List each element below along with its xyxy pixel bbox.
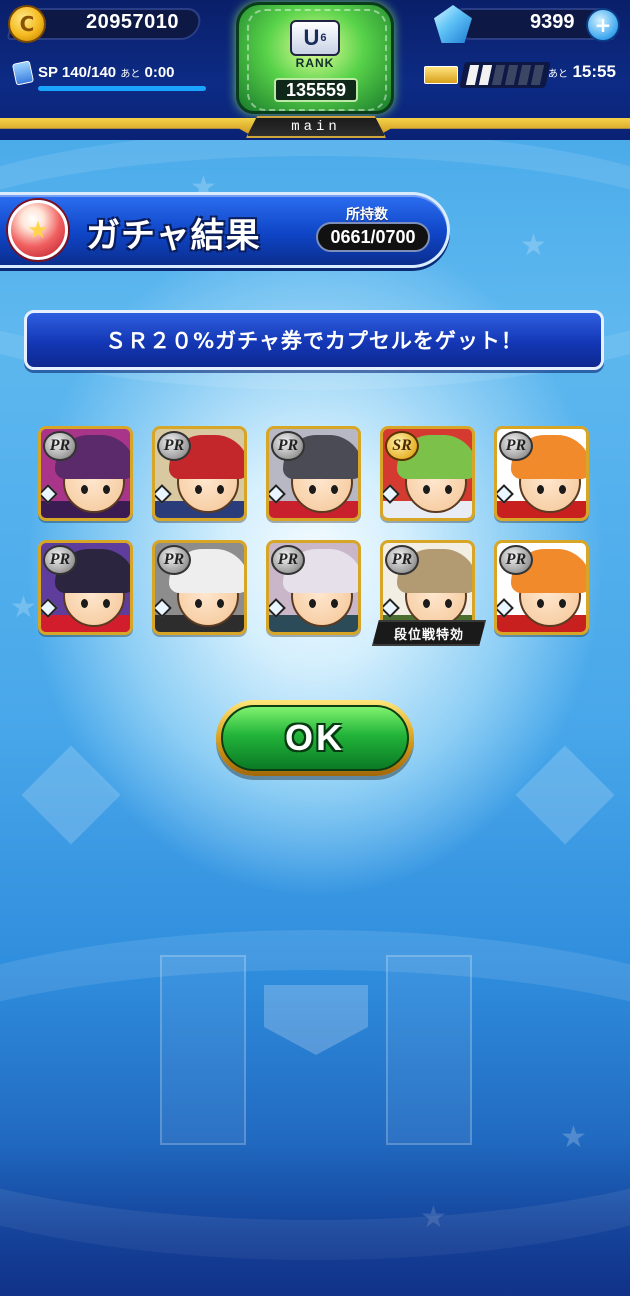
sp-remaining-time: 0:00 [144, 64, 175, 81]
profile-tag: main [246, 116, 386, 138]
character-eye [81, 599, 88, 608]
character-eye [331, 485, 338, 494]
rank-label: RANK [295, 56, 335, 70]
stamina-segment [517, 65, 532, 85]
background-star: ★ [520, 228, 547, 263]
background-pillar [160, 955, 246, 1145]
stamina-segment [478, 65, 493, 85]
rarity-badge: PR [43, 545, 77, 575]
background-home-plate [264, 985, 368, 1055]
sp-label: SP [38, 64, 58, 81]
character-eye [309, 485, 316, 494]
character-eye [559, 599, 566, 608]
rank-badge-tier: 6 [320, 32, 327, 44]
sp-progress-bar [38, 86, 206, 91]
rank-badge-letter: U [303, 25, 320, 50]
character-eye [195, 599, 202, 608]
background-base-diamond [21, 745, 121, 845]
character-eye [309, 599, 316, 608]
character-card[interactable]: PR [266, 426, 361, 521]
character-card[interactable]: PR [38, 426, 133, 521]
character-eye [423, 485, 430, 494]
character-eye [445, 599, 452, 608]
stamina-segment [491, 65, 506, 85]
character-card[interactable]: SR [380, 426, 475, 521]
character-eye [423, 599, 430, 608]
character-eye [559, 485, 566, 494]
ok-button-label: OK [221, 705, 409, 771]
character-card[interactable]: PR [152, 540, 247, 635]
owned-count-label: 所持数 [346, 207, 388, 223]
character-card[interactable]: PR [152, 426, 247, 521]
background-bottom-shade [0, 1140, 630, 1296]
sp-remaining-prefix: あと [120, 69, 141, 80]
rarity-badge: SR [385, 431, 419, 461]
rarity-badge: PR [499, 431, 533, 461]
rarity-badge: PR [499, 545, 533, 575]
rarity-badge: PR [271, 431, 305, 461]
character-eye [537, 485, 544, 494]
rarity-badge: PR [157, 545, 191, 575]
character-eye [81, 485, 88, 494]
character-eye [445, 485, 452, 494]
ok-button[interactable]: OK [216, 700, 414, 776]
character-eye [195, 485, 202, 494]
stamina-segment [504, 65, 519, 85]
background-star: ★ [560, 1120, 587, 1155]
stamina-segment [530, 65, 545, 85]
character-eye [103, 599, 110, 608]
stamina-gauge [459, 62, 551, 88]
result-message: ＳＲ２０%ガチャ券でカプセルをゲット！ [24, 310, 604, 370]
character-card[interactable]: PR [38, 540, 133, 635]
sp-status: SP 140/140 あと 0:00 [38, 64, 175, 81]
character-eye [103, 485, 110, 494]
background-base-diamond [515, 745, 615, 845]
coin-icon: C [8, 5, 46, 43]
card-tag-label: 段位戦特効 [372, 620, 486, 646]
character-eye [217, 485, 224, 494]
gem-value: 9399 [530, 11, 575, 33]
stamina-remaining-prefix: あと [548, 69, 568, 80]
page-title: ガチャ結果 [86, 216, 261, 256]
rarity-badge: PR [271, 545, 305, 575]
character-eye [331, 599, 338, 608]
character-eye [217, 599, 224, 608]
sp-value: 140/140 [61, 64, 117, 81]
background-star: ★ [10, 590, 37, 625]
capsule-icon: ★ [8, 200, 68, 260]
character-card[interactable]: PR [266, 540, 361, 635]
rarity-badge: PR [157, 431, 191, 461]
character-card[interactable]: PR [494, 426, 589, 521]
rank-badge: U6 [290, 20, 340, 56]
owned-count-value: 0661/0700 [316, 222, 430, 252]
stamina-remaining-time: 15:55 [572, 62, 616, 81]
add-gems-button[interactable]: + [586, 8, 620, 42]
character-eye [537, 599, 544, 608]
background-ring [0, 930, 630, 1260]
rarity-badge: PR [385, 545, 419, 575]
character-card[interactable]: PR [494, 540, 589, 635]
background-pillar [386, 955, 472, 1145]
stamina-segment [465, 65, 480, 85]
rarity-badge: PR [43, 431, 77, 461]
coin-value: 20957010 [86, 11, 179, 33]
stamina-ticket-icon[interactable] [424, 66, 458, 84]
rank-value: 135559 [274, 78, 358, 102]
stamina-timer: あと 15:55 [548, 62, 616, 82]
background-star: ★ [420, 1200, 447, 1235]
